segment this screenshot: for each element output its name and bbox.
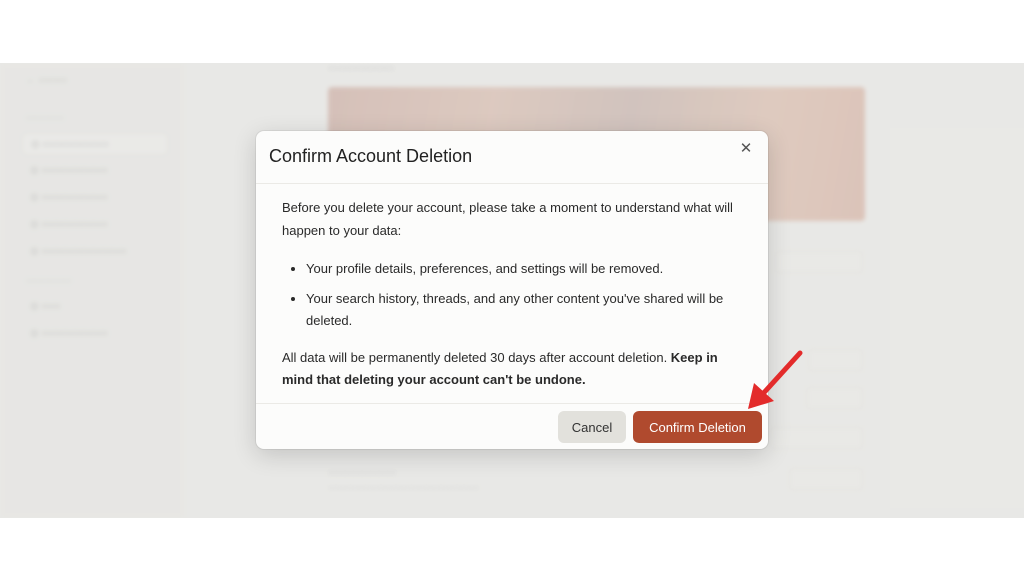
list-item: Your profile details, preferences, and s… <box>306 258 742 281</box>
warning-text: All data will be permanently deleted 30 … <box>282 349 671 365</box>
dialog-intro: Before you delete your account, please t… <box>282 200 733 238</box>
dialog-footer: Cancel Confirm Deletion <box>256 403 768 450</box>
dialog-title: Confirm Account Deletion <box>269 146 473 166</box>
confirm-deletion-button[interactable]: Confirm Deletion <box>633 411 762 443</box>
dialog-warning: All data will be permanently deleted 30 … <box>282 347 742 392</box>
red-arrow-icon <box>748 350 803 409</box>
cancel-button[interactable]: Cancel <box>558 411 626 443</box>
dialog-header: Confirm Account Deletion ✕ <box>256 131 768 184</box>
deletion-consequences-list: Your profile details, preferences, and s… <box>282 258 742 333</box>
dialog-body: Before you delete your account, please t… <box>282 197 742 392</box>
close-icon[interactable]: ✕ <box>738 141 754 157</box>
confirm-deletion-dialog: Confirm Account Deletion ✕ Before you de… <box>256 131 768 449</box>
list-item: Your search history, threads, and any ot… <box>306 288 742 333</box>
